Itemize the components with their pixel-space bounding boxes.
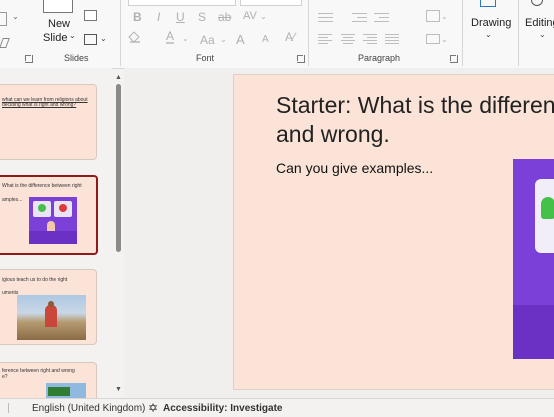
editing-chevron-icon: ⌄ bbox=[539, 30, 546, 39]
paragraph-group-label: Paragraph bbox=[358, 53, 401, 63]
thumbnail-text: deciding what is right and wrong? bbox=[2, 102, 77, 108]
clipboard-icon[interactable] bbox=[0, 12, 7, 26]
slides-group-label: Slides bbox=[64, 53, 89, 63]
slide-thumbnail-panel: what can we learn from religions about d… bbox=[0, 68, 112, 399]
new-slide-label-line2: Slide bbox=[43, 32, 68, 44]
new-slide-label-line1: New bbox=[48, 18, 71, 30]
language-indicator[interactable]: English (United Kingdom) bbox=[32, 403, 145, 414]
slide-title-line2: and wrong. bbox=[276, 121, 390, 147]
text-direction-icon[interactable] bbox=[426, 10, 440, 22]
green-button-icon bbox=[33, 201, 51, 217]
change-case-chevron-icon[interactable]: ⌄ bbox=[220, 35, 227, 44]
divider bbox=[120, 0, 121, 66]
thumbnail-text: uments bbox=[2, 290, 19, 296]
drawing-label: Drawing bbox=[471, 17, 512, 29]
red-button-icon bbox=[54, 201, 72, 217]
scroll-thumb[interactable] bbox=[116, 84, 121, 252]
text-shadow-button[interactable]: S bbox=[198, 10, 206, 24]
slide-subtitle[interactable]: Can you give examples... bbox=[276, 160, 433, 176]
clipboard-launcher-icon[interactable] bbox=[25, 55, 33, 63]
find-icon bbox=[531, 0, 543, 6]
illustration-lower-band bbox=[513, 305, 554, 359]
thumbnail-image bbox=[29, 197, 77, 244]
bold-button[interactable]: B bbox=[133, 10, 142, 24]
thumbnail-text: ference between right and wrong bbox=[2, 368, 75, 374]
shapes-icon bbox=[480, 0, 496, 7]
strikethrough-button[interactable]: ab bbox=[218, 10, 231, 24]
decrease-indent-icon[interactable] bbox=[352, 11, 367, 23]
justify-icon[interactable] bbox=[385, 33, 400, 45]
editing-label: Editing bbox=[525, 17, 554, 29]
thumbnail-text: igious teach us to do the right bbox=[2, 277, 68, 283]
smartart-icon[interactable] bbox=[426, 34, 440, 44]
section-icon[interactable] bbox=[84, 34, 97, 45]
new-slide-icon bbox=[43, 0, 73, 13]
change-case-button[interactable]: Aa bbox=[200, 33, 215, 47]
new-slide-chevron-icon: ⌄ bbox=[69, 31, 76, 40]
thumbnail-sign-image bbox=[46, 383, 86, 399]
status-separator bbox=[8, 403, 9, 413]
divider bbox=[462, 0, 463, 66]
thumbnail-scrollbar[interactable]: ▲ ▼ bbox=[114, 74, 123, 398]
section-chevron-icon[interactable]: ⌄ bbox=[100, 34, 107, 43]
new-slide-button[interactable]: New Slide ⌄ bbox=[38, 0, 76, 48]
font-color-chevron-icon[interactable]: ⌄ bbox=[182, 34, 189, 43]
highlight-icon[interactable] bbox=[128, 31, 140, 43]
layout-icon[interactable] bbox=[84, 10, 97, 21]
slide-illustration[interactable] bbox=[513, 159, 554, 359]
thumbnail-painting-image bbox=[17, 295, 86, 340]
slide-thumbnail[interactable]: ference between right and wrong e? bbox=[0, 362, 97, 399]
font-color-icon[interactable]: A bbox=[166, 30, 175, 44]
ribbon: ⌄ New Slide ⌄ ⌄ Slides B I U S ab AV ⌄ A… bbox=[0, 0, 554, 69]
clear-formatting-icon[interactable]: A∕ bbox=[285, 30, 295, 44]
thumbnail-text: e? bbox=[2, 374, 8, 380]
align-right-icon[interactable] bbox=[363, 33, 378, 45]
brush-icon[interactable] bbox=[0, 38, 10, 48]
status-bar: English (United Kingdom) ✡ Accessibility… bbox=[0, 398, 554, 417]
slide-thumbnail-active[interactable]: What is the difference between right amp… bbox=[0, 175, 98, 255]
increase-indent-icon[interactable] bbox=[374, 11, 389, 23]
text-direction-chevron-icon[interactable]: ⌄ bbox=[441, 12, 448, 21]
accessibility-status[interactable]: Accessibility: Investigate bbox=[163, 403, 283, 414]
character-spacing-icon[interactable]: AV bbox=[243, 10, 257, 22]
underline-button[interactable]: U bbox=[176, 10, 185, 24]
thumbnail-lower-band bbox=[29, 231, 77, 244]
divider bbox=[308, 0, 309, 66]
smartart-chevron-icon[interactable]: ⌄ bbox=[441, 35, 448, 44]
drawing-chevron-icon: ⌄ bbox=[485, 30, 492, 39]
editing-button[interactable]: Editing ⌄ bbox=[523, 0, 554, 48]
slide-thumbnail[interactable]: igious teach us to do the right uments bbox=[0, 269, 97, 345]
font-name-box[interactable] bbox=[128, 0, 236, 6]
accessibility-icon[interactable]: ✡ bbox=[148, 401, 158, 415]
divider bbox=[518, 0, 519, 66]
grow-font-button[interactable]: A bbox=[236, 32, 245, 47]
align-center-icon[interactable] bbox=[341, 33, 356, 45]
shrink-font-button[interactable]: A bbox=[262, 34, 269, 45]
font-size-box[interactable] bbox=[240, 0, 302, 6]
bullets-icon[interactable] bbox=[318, 11, 333, 23]
dropdown-chevron-icon[interactable]: ⌄ bbox=[12, 12, 19, 21]
slide-title-line1: Starter: What is the differen bbox=[276, 92, 554, 118]
thumbnail-text: What is the difference between right bbox=[2, 183, 82, 189]
scroll-down-arrow-icon[interactable]: ▼ bbox=[115, 386, 122, 393]
thumbnail-text: amples... bbox=[2, 197, 23, 203]
paragraph-launcher-icon[interactable] bbox=[450, 55, 458, 63]
slide-thumbnail[interactable]: what can we learn from religions about d… bbox=[0, 84, 97, 160]
font-group-label: Font bbox=[196, 53, 215, 63]
slide-title[interactable]: Starter: What is the differen and wrong. bbox=[276, 91, 554, 149]
character-spacing-chevron-icon[interactable]: ⌄ bbox=[260, 12, 267, 21]
drawing-button[interactable]: Drawing ⌄ bbox=[468, 0, 512, 48]
align-left-icon[interactable] bbox=[318, 33, 333, 45]
font-launcher-icon[interactable] bbox=[297, 55, 305, 63]
button-top-icon bbox=[535, 179, 554, 253]
italic-button[interactable]: I bbox=[157, 10, 160, 24]
current-slide[interactable]: Starter: What is the differen and wrong.… bbox=[233, 74, 554, 390]
scroll-up-arrow-icon[interactable]: ▲ bbox=[115, 74, 122, 81]
